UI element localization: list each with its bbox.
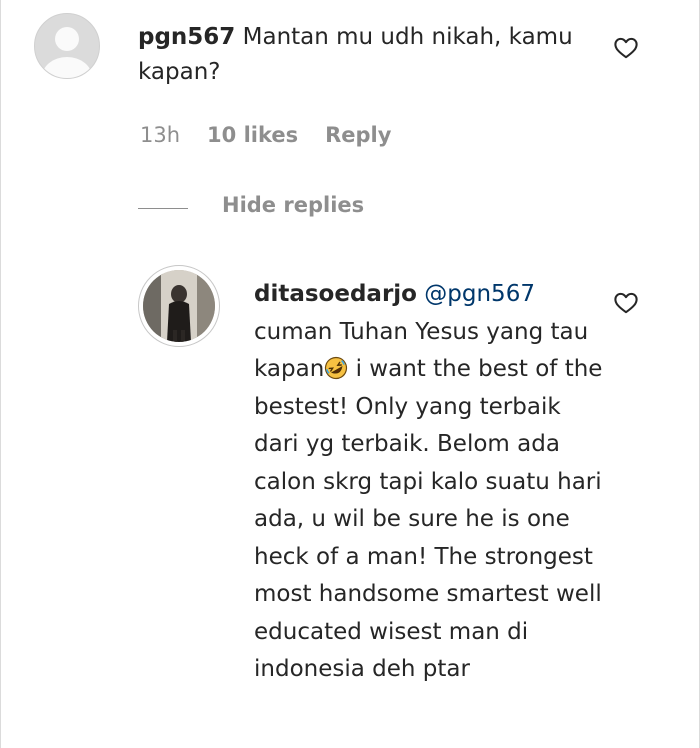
rolling-on-floor-laughing-emoji bbox=[324, 355, 348, 380]
reply-button[interactable]: Reply bbox=[325, 123, 391, 147]
avatar[interactable] bbox=[138, 265, 220, 347]
comment: pgn567 Mantan mu udh nikah, kamu kapan? … bbox=[0, 0, 700, 170]
divider bbox=[138, 208, 188, 209]
profile-photo bbox=[143, 270, 215, 342]
comment-time[interactable]: 13h bbox=[140, 123, 180, 147]
reply-mention[interactable]: @pgn567 bbox=[424, 281, 535, 307]
heart-outline-icon[interactable] bbox=[613, 35, 639, 61]
reply-username[interactable]: ditasoedarjo bbox=[254, 281, 417, 307]
heart-outline-icon[interactable] bbox=[613, 290, 639, 316]
hide-replies-button[interactable]: Hide replies bbox=[222, 193, 364, 217]
default-avatar-icon[interactable] bbox=[34, 13, 100, 79]
comment-body: pgn567 Mantan mu udh nikah, kamu kapan? bbox=[138, 20, 578, 90]
reply-body: ditasoedarjo @pgn567 cuman Tuhan Yesus y… bbox=[254, 276, 604, 689]
reply-text-part2: i want the best of the bestest! Only yan… bbox=[254, 356, 603, 682]
comment-meta: 13h 10 likes Reply bbox=[140, 123, 418, 147]
comment-username[interactable]: pgn567 bbox=[138, 24, 235, 50]
comment-likes[interactable]: 10 likes bbox=[207, 123, 298, 147]
